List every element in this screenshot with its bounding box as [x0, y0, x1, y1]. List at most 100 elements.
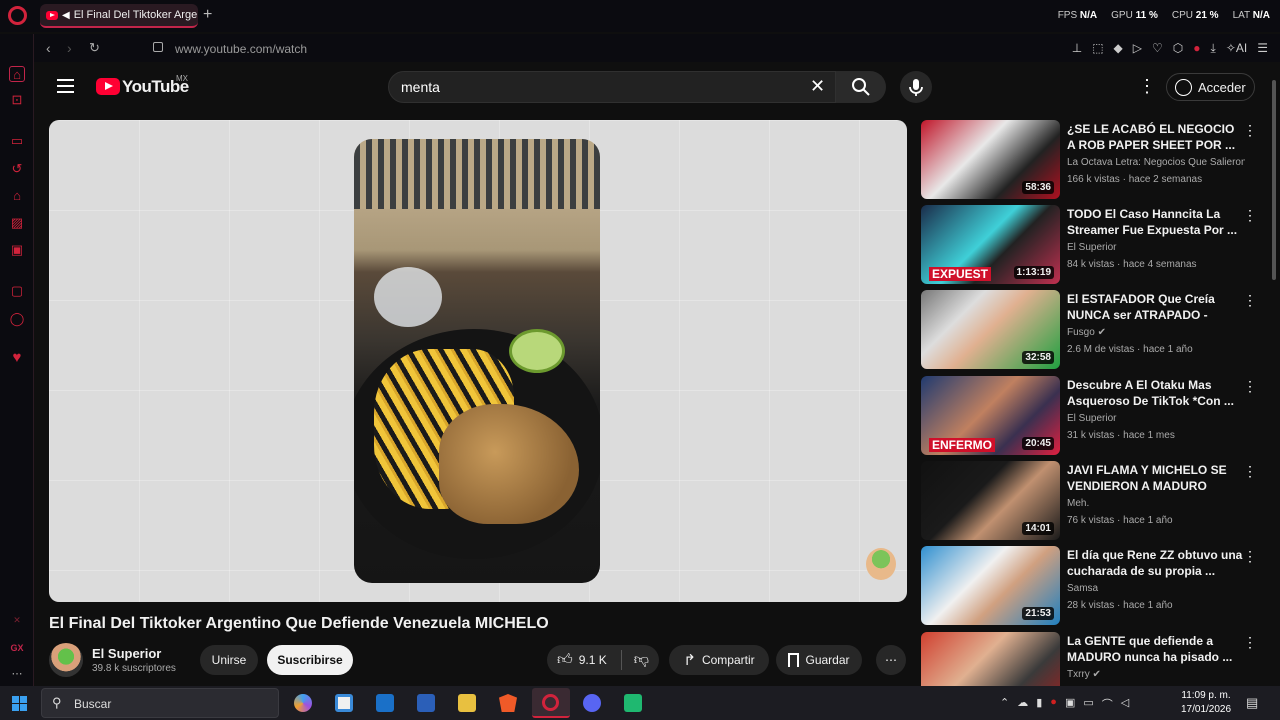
video-frame[interactable] — [354, 139, 600, 583]
download-icon[interactable]: ⤓ — [1211, 41, 1216, 56]
music-icon[interactable]: ▣ — [9, 242, 25, 258]
channel-avatar[interactable] — [49, 643, 83, 677]
dislike-icon[interactable]: 👎︎ — [634, 651, 649, 669]
recommendation-channel[interactable]: El Superior — [1067, 413, 1245, 424]
recommendation-thumbnail[interactable]: 21:53 — [921, 546, 1060, 625]
recommendation-title[interactable]: TODO El Caso Hanncita La Streamer Fue Ex… — [1067, 206, 1245, 238]
tools-icon[interactable]: ✕ — [9, 612, 25, 628]
recommendation-item[interactable]: 32:58 El ESTAFADOR Que Creía NUNCA ser A… — [921, 290, 1266, 370]
recommendation-channel[interactable]: Meh. — [1067, 498, 1245, 509]
twitch-icon[interactable]: ▭ — [9, 133, 25, 149]
recommendation-channel[interactable]: Samsa — [1067, 583, 1245, 594]
home-icon[interactable]: ⌂ — [9, 66, 25, 82]
url-field[interactable]: www.youtube.com/watch — [175, 42, 307, 56]
share-button[interactable]: ↱ Compartir — [669, 645, 769, 675]
kebab-icon[interactable]: ⋮ — [1243, 378, 1257, 395]
kebab-icon[interactable]: ⋮ — [1243, 548, 1257, 565]
sign-in-button[interactable]: Acceder — [1166, 73, 1255, 101]
speaker-icon[interactable]: ◀ — [62, 10, 70, 21]
search-input[interactable] — [401, 79, 781, 95]
controller-icon[interactable]: ⊡ — [9, 92, 25, 108]
heart-icon[interactable]: ♥ — [9, 350, 25, 366]
wifi-icon[interactable]: ⌒ — [1102, 696, 1113, 712]
recommendation-title[interactable]: La GENTE que defiende a MADURO nunca ha … — [1067, 633, 1245, 665]
reload-icon[interactable]: ↻ — [89, 40, 100, 56]
recommendation-thumbnail[interactable]: ENFERMO 20:45 — [921, 376, 1060, 455]
opera-gx-taskbar-button[interactable] — [532, 688, 570, 718]
more-icon[interactable]: ⋯ — [9, 666, 25, 682]
recommendation-title[interactable]: El ESTAFADOR Que Creía NUNCA ser ATRAPAD… — [1067, 291, 1245, 323]
search-button[interactable] — [836, 71, 886, 103]
recommendation-item[interactable]: 21:53 El día que Rene ZZ obtuvo una cuch… — [921, 546, 1266, 626]
app-icon[interactable] — [624, 694, 642, 712]
recommendation-item[interactable]: La GENTE que defiende a MADURO nunca ha … — [921, 632, 1266, 686]
search-box[interactable] — [388, 71, 836, 103]
windows-start-icon[interactable] — [12, 696, 27, 711]
new-tab-button[interactable]: + — [203, 6, 212, 24]
history-icon[interactable]: ↺ — [9, 161, 25, 177]
kebab-icon[interactable]: ⋮ — [1243, 634, 1257, 651]
recommendation-channel[interactable]: Txrry ✔ — [1067, 669, 1245, 680]
voice-search-button[interactable] — [900, 71, 932, 103]
usb-icon[interactable]: ▮ — [1036, 696, 1042, 712]
volume-icon[interactable]: ◁ — [1121, 696, 1129, 712]
recommendation-item[interactable]: 14:01 JAVI FLAMA Y MICHELO SE VENDIERON … — [921, 461, 1266, 541]
twitch-chat-icon[interactable]: ▢ — [9, 283, 25, 299]
discord-icon[interactable] — [583, 694, 601, 712]
display-icon[interactable]: ▭ — [1083, 696, 1093, 712]
like-count[interactable]: 9.1 K — [579, 653, 607, 667]
store-icon[interactable] — [335, 694, 353, 712]
file-explorer-icon[interactable] — [458, 694, 476, 712]
recommendation-thumbnail[interactable] — [921, 632, 1060, 686]
profile-icon[interactable]: ● — [1193, 41, 1200, 56]
recommendation-item[interactable]: 58:36 ¿SE LE ACABÓ EL NEGOCIO A ROB PAPE… — [921, 120, 1266, 200]
browser-tab[interactable]: ◀ El Final Del Tiktoker Argentino Que De… — [40, 4, 198, 28]
recommendation-title[interactable]: JAVI FLAMA Y MICHELO SE VENDIERON A MADU… — [1067, 462, 1245, 494]
like-icon[interactable]: 👍︎ — [557, 651, 573, 669]
kebab-icon[interactable]: ⋮ — [1243, 122, 1257, 139]
kebab-icon[interactable]: ⋮ — [1243, 292, 1257, 309]
shield-icon[interactable]: ◆ — [1114, 41, 1123, 56]
cube-icon[interactable]: ⌂ — [9, 188, 25, 204]
recommendation-thumbnail[interactable]: 14:01 — [921, 461, 1060, 540]
recommendation-channel[interactable]: Fusgo ✔ — [1067, 327, 1245, 338]
recommendation-channel[interactable]: El Superior — [1067, 242, 1245, 253]
recommendation-item[interactable]: ENFERMO 20:45 Descubre A El Otaku Mas Asq… — [921, 376, 1266, 456]
taskbar-search[interactable]: ⚲ Buscar — [41, 688, 279, 718]
copilot-icon[interactable] — [294, 694, 312, 712]
brave-icon[interactable] — [499, 694, 517, 712]
onedrive-icon[interactable]: ☁ — [1017, 696, 1028, 712]
kebab-icon[interactable]: ⋮ — [1243, 207, 1257, 224]
save-button[interactable]: Guardar — [776, 645, 862, 675]
aria-ai-button[interactable]: ✧AI — [1226, 41, 1247, 56]
channel-watermark-icon[interactable] — [866, 548, 896, 580]
settings-kebab-icon[interactable]: ⋮ — [1138, 76, 1156, 97]
play-icon[interactable]: ▷ — [1133, 41, 1142, 56]
channel-name[interactable]: El Superior — [92, 646, 161, 661]
recommendation-title[interactable]: Descubre A El Otaku Mas Asqueroso De Tik… — [1067, 377, 1245, 409]
snapshot-icon[interactable]: ⬚ — [1092, 41, 1103, 56]
lock-icon[interactable] — [153, 42, 163, 52]
word-icon[interactable] — [417, 694, 435, 712]
antivirus-icon[interactable]: ● — [1050, 696, 1057, 712]
gx-label[interactable]: GX — [9, 640, 25, 656]
recommendation-item[interactable]: EXPUEST 1:13:19 TODO El Caso Hanncita La … — [921, 205, 1266, 285]
kebab-icon[interactable]: ⋮ — [1243, 463, 1257, 480]
recommendation-thumbnail[interactable]: 32:58 — [921, 290, 1060, 369]
clock[interactable]: 11:09 p. m. 17/01/2026 — [1181, 689, 1231, 717]
join-button[interactable]: Unirse — [200, 645, 258, 675]
recommendation-thumbnail[interactable]: EXPUEST 1:13:19 — [921, 205, 1060, 284]
opera-logo-icon[interactable] — [8, 6, 27, 25]
scrollbar[interactable] — [1272, 80, 1276, 280]
recommendation-title[interactable]: El día que Rene ZZ obtuvo una cucharada … — [1067, 547, 1245, 579]
youtube-logo-icon[interactable] — [96, 78, 120, 95]
whatsapp-icon[interactable]: ◯ — [9, 311, 25, 327]
recommendation-title[interactable]: ¿SE LE ACABÓ EL NEGOCIO A ROB PAPER SHEE… — [1067, 121, 1245, 153]
notifications-icon[interactable]: ▤ — [1246, 695, 1258, 711]
recommendation-channel[interactable]: La Octava Letra: Negocios Que Salieron .… — [1067, 157, 1245, 168]
device-icon[interactable]: ▣ — [1065, 696, 1075, 712]
recommendation-thumbnail[interactable]: 58:36 — [921, 120, 1060, 199]
subscribe-button[interactable]: Suscribirse — [267, 645, 353, 675]
back-icon[interactable]: ‹ — [46, 40, 51, 56]
puzzle-icon[interactable]: ⬡ — [1173, 41, 1183, 56]
